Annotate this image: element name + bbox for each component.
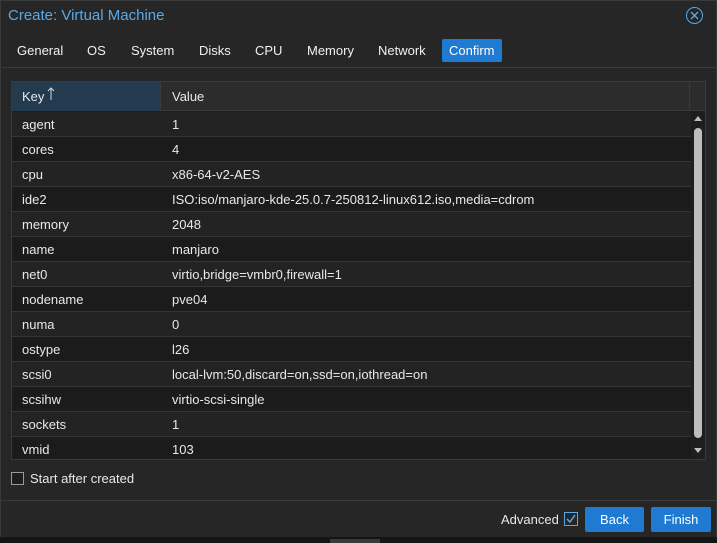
scroll-down-arrow-icon[interactable] <box>694 448 702 453</box>
dialog-window: Create: Virtual Machine General OS Syste… <box>0 0 717 537</box>
tab-disks[interactable]: Disks <box>192 39 238 62</box>
tab-confirm[interactable]: Confirm <box>442 39 502 62</box>
table-row[interactable]: ostype l26 <box>12 337 691 362</box>
dialog-title: Create: Virtual Machine <box>8 7 165 24</box>
sort-ascending-arrow-icon <box>47 82 55 111</box>
table-row[interactable]: numa 0 <box>12 312 691 337</box>
row-key: vmid <box>22 442 50 457</box>
row-key: name <box>22 242 55 257</box>
tab-system[interactable]: System <box>124 39 181 62</box>
tab-general[interactable]: General <box>10 39 70 62</box>
column-header-value-label: Value <box>172 89 205 104</box>
table-row[interactable]: memory 2048 <box>12 212 691 237</box>
row-key: nodename <box>22 292 84 307</box>
scrollbar-thumb[interactable] <box>694 128 702 438</box>
row-value: pve04 <box>172 292 208 307</box>
table-row[interactable]: nodename pve04 <box>12 287 691 312</box>
grid-scrollbar[interactable] <box>691 112 705 459</box>
wizard-tabs: General OS System Disks CPU Memory Netwo… <box>1 37 716 64</box>
tab-network[interactable]: Network <box>371 39 433 62</box>
row-value: 1 <box>172 117 180 132</box>
summary-grid: Key Value agent 1 cores 4 cpu x86-64-v2-AES… <box>11 81 706 460</box>
bottom-strip <box>0 537 717 543</box>
table-row[interactable]: vmid 103 <box>12 437 691 459</box>
back-button[interactable]: Back <box>585 507 644 532</box>
row-key: cpu <box>22 167 43 182</box>
resize-handle <box>330 539 380 543</box>
table-row[interactable]: ide2 ISO:iso/manjaro-kde-25.0.7-250812-li… <box>12 187 691 212</box>
row-key: memory <box>22 217 69 232</box>
row-value: local-lvm:50,discard=on,ssd=on,iothread=… <box>172 367 428 382</box>
row-key: ide2 <box>22 192 47 207</box>
column-header-key[interactable]: Key <box>12 82 161 111</box>
table-row[interactable]: agent 1 <box>12 112 691 137</box>
finish-button[interactable]: Finish <box>651 507 711 532</box>
row-key: sockets <box>22 417 67 432</box>
row-key: numa <box>22 317 55 332</box>
dialog-footer: Advanced Back Finish <box>1 500 716 537</box>
row-key: scsihw <box>22 392 62 407</box>
row-value: manjaro <box>172 242 219 257</box>
column-header-value[interactable]: Value <box>162 82 690 111</box>
table-row[interactable]: cores 4 <box>12 137 691 162</box>
row-key: cores <box>22 142 54 157</box>
confirm-panel: Key Value agent 1 cores 4 cpu x86-64-v2-AES… <box>2 67 715 499</box>
column-header-key-label: Key <box>22 89 45 104</box>
grid-rows: agent 1 cores 4 cpu x86-64-v2-AES ide2 ISO:i… <box>12 112 691 459</box>
row-value: l26 <box>172 342 190 357</box>
table-row[interactable]: scsihw virtio-scsi-single <box>12 387 691 412</box>
row-value: virtio,bridge=vmbr0,firewall=1 <box>172 267 342 282</box>
tab-memory[interactable]: Memory <box>300 39 361 62</box>
row-value: virtio-scsi-single <box>172 392 265 407</box>
row-value: 0 <box>172 317 180 332</box>
row-value: 2048 <box>172 217 201 232</box>
table-row[interactable]: sockets 1 <box>12 412 691 437</box>
start-after-created-checkbox[interactable] <box>11 472 24 485</box>
row-value: 1 <box>172 417 180 432</box>
scroll-up-arrow-icon[interactable] <box>694 116 702 121</box>
advanced-label: Advanced <box>501 512 559 527</box>
advanced-checkbox[interactable] <box>564 512 578 526</box>
close-icon[interactable] <box>686 7 703 24</box>
row-value: 103 <box>172 442 194 457</box>
row-value: ISO:iso/manjaro-kde-25.0.7-250812-linux6… <box>172 192 535 207</box>
row-key: ostype <box>22 342 61 357</box>
table-row[interactable]: scsi0 local-lvm:50,discard=on,ssd=on,ioth… <box>12 362 691 387</box>
dialog-titlebar: Create: Virtual Machine <box>1 1 716 31</box>
table-row[interactable]: net0 virtio,bridge=vmbr0,firewall=1 <box>12 262 691 287</box>
table-row[interactable]: name manjaro <box>12 237 691 262</box>
tab-cpu[interactable]: CPU <box>248 39 289 62</box>
row-key: net0 <box>22 267 48 282</box>
table-row[interactable]: cpu x86-64-v2-AES <box>12 162 691 187</box>
row-value: x86-64-v2-AES <box>172 167 261 182</box>
start-after-created-label: Start after created <box>30 471 135 486</box>
tab-os[interactable]: OS <box>80 39 113 62</box>
grid-header: Key Value <box>12 82 705 111</box>
row-key: scsi0 <box>22 367 52 382</box>
row-key: agent <box>22 117 55 132</box>
row-value: 4 <box>172 142 180 157</box>
